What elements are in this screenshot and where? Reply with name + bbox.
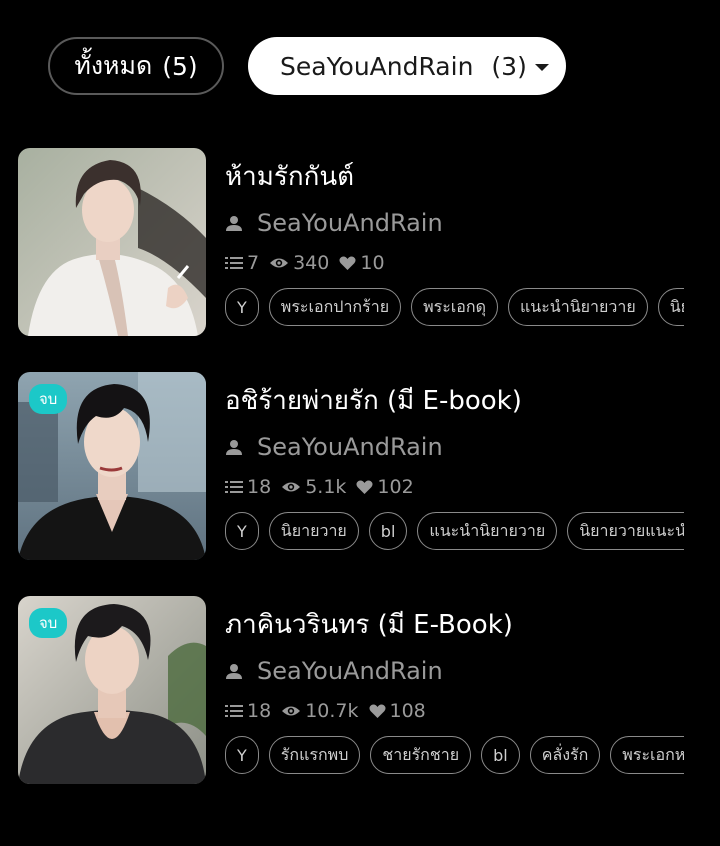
tag-list: Y นิยายวาย bl แนะนำนิยายวาย นิยายวายแนะน…	[225, 512, 684, 550]
list-icon	[225, 705, 243, 717]
view-count: 10.7k	[281, 700, 359, 722]
story-cover-image[interactable]	[18, 148, 206, 336]
chapter-count: 18	[225, 476, 271, 498]
story-card[interactable]: จบ อชิร้ายพ่ายรัก (มี E-book) SeaYouAndR…	[18, 372, 684, 560]
list-icon	[225, 257, 243, 269]
story-title[interactable]: อชิร้ายพ่ายรัก (มี E-book)	[225, 382, 684, 420]
list-icon	[225, 481, 243, 493]
story-stats: 7 340 10	[225, 250, 684, 276]
story-card[interactable]: ห้ามรักกันต์ SeaYouAndRain 7 340 10 Y พร…	[18, 148, 684, 336]
tag-chip[interactable]: bl	[368, 512, 408, 550]
tag-chip[interactable]: นิยายวาย	[268, 512, 359, 550]
caret-down-icon	[534, 63, 549, 71]
heart-icon	[339, 256, 356, 270]
filter-bar: ทั้งหมด (5) SeaYouAndRain (3)	[48, 37, 566, 95]
tag-chip[interactable]: คลั่งรัก	[529, 736, 601, 774]
story-title[interactable]: ภาคินวรินทร (มี E-Book)	[225, 606, 684, 644]
story-card[interactable]: จบ ภาคินวรินทร (มี E-Book) SeaYouAndRain	[18, 596, 684, 784]
story-cover-image[interactable]: จบ	[18, 372, 206, 560]
eye-icon	[282, 706, 301, 716]
tag-chip[interactable]: Y	[225, 288, 259, 326]
story-cover-image[interactable]: จบ	[18, 596, 206, 784]
tag-chip[interactable]: พระเอกหล่อ	[610, 736, 684, 774]
completed-badge: จบ	[29, 384, 68, 414]
heart-icon	[356, 480, 373, 494]
story-author[interactable]: SeaYouAndRain	[225, 654, 684, 688]
story-info: อชิร้ายพ่ายรัก (มี E-book) SeaYouAndRain…	[225, 372, 684, 560]
tag-chip[interactable]: พระเอกดุ	[411, 288, 498, 326]
view-count-value: 340	[293, 252, 330, 274]
story-info: ภาคินวรินทร (มี E-Book) SeaYouAndRain 18	[225, 596, 684, 784]
tag-chip[interactable]: แนะนำนิยายวาย	[417, 512, 558, 550]
filter-all-label: ทั้งหมด	[74, 51, 153, 80]
chapter-count-value: 7	[247, 252, 260, 274]
tag-chip[interactable]: bl	[481, 736, 520, 774]
view-count: 340	[269, 252, 329, 274]
story-author-name: SeaYouAndRain	[257, 209, 443, 237]
tag-chip[interactable]: นิยายวายแนะนำ	[567, 512, 684, 550]
tag-chip[interactable]: พระเอกปากร้าย	[268, 288, 402, 326]
like-count: 108	[368, 700, 426, 722]
like-count-value: 10	[360, 252, 385, 274]
tag-chip[interactable]: รักแรกพบ	[268, 736, 361, 774]
story-info: ห้ามรักกันต์ SeaYouAndRain 7 340 10 Y พร…	[225, 148, 684, 336]
eye-icon	[270, 258, 289, 268]
user-icon	[226, 440, 242, 455]
view-count-value: 5.1k	[305, 476, 347, 498]
filter-all-button[interactable]: ทั้งหมด (5)	[48, 37, 224, 95]
view-count: 5.1k	[281, 476, 346, 498]
like-count: 10	[339, 252, 385, 274]
tag-chip[interactable]: ชายรักชาย	[370, 736, 472, 774]
story-author-name: SeaYouAndRain	[257, 657, 443, 685]
user-icon	[226, 216, 242, 231]
user-icon	[226, 664, 242, 679]
chapter-count-value: 18	[247, 700, 272, 722]
completed-badge: จบ	[29, 608, 68, 638]
like-count: 102	[356, 476, 414, 498]
story-title[interactable]: ห้ามรักกันต์	[225, 158, 684, 196]
like-count-value: 102	[377, 476, 414, 498]
story-stats: 18 10.7k 108	[225, 698, 684, 724]
like-count-value: 108	[389, 700, 426, 722]
tag-chip[interactable]: Y	[225, 736, 259, 774]
story-stats: 18 5.1k 102	[225, 474, 684, 500]
tag-chip[interactable]: แนะนำนิยายวาย	[507, 288, 648, 326]
chapter-count-value: 18	[247, 476, 272, 498]
tag-list: Y พระเอกปากร้าย พระเอกดุ แนะนำนิยายวาย น…	[225, 288, 684, 326]
eye-icon	[282, 482, 301, 492]
story-author[interactable]: SeaYouAndRain	[225, 430, 684, 464]
heart-icon	[368, 704, 386, 718]
filter-author-count: (3)	[491, 51, 527, 81]
tag-chip[interactable]: Y	[225, 512, 259, 550]
tag-chip[interactable]: นิยายวาย	[657, 288, 684, 326]
view-count-value: 10.7k	[305, 700, 359, 722]
chapter-count: 18	[225, 700, 271, 722]
story-author-name: SeaYouAndRain	[257, 433, 443, 461]
chapter-count: 7	[225, 252, 259, 274]
story-author[interactable]: SeaYouAndRain	[225, 206, 684, 240]
filter-author-dropdown[interactable]: SeaYouAndRain (3)	[248, 37, 566, 95]
tag-list: Y รักแรกพบ ชายรักชาย bl คลั่งรัก พระเอกห…	[225, 736, 684, 774]
filter-author-label: SeaYouAndRain	[280, 51, 474, 81]
story-list: ห้ามรักกันต์ SeaYouAndRain 7 340 10 Y พร…	[18, 148, 684, 820]
filter-all-count: (5)	[162, 51, 198, 81]
